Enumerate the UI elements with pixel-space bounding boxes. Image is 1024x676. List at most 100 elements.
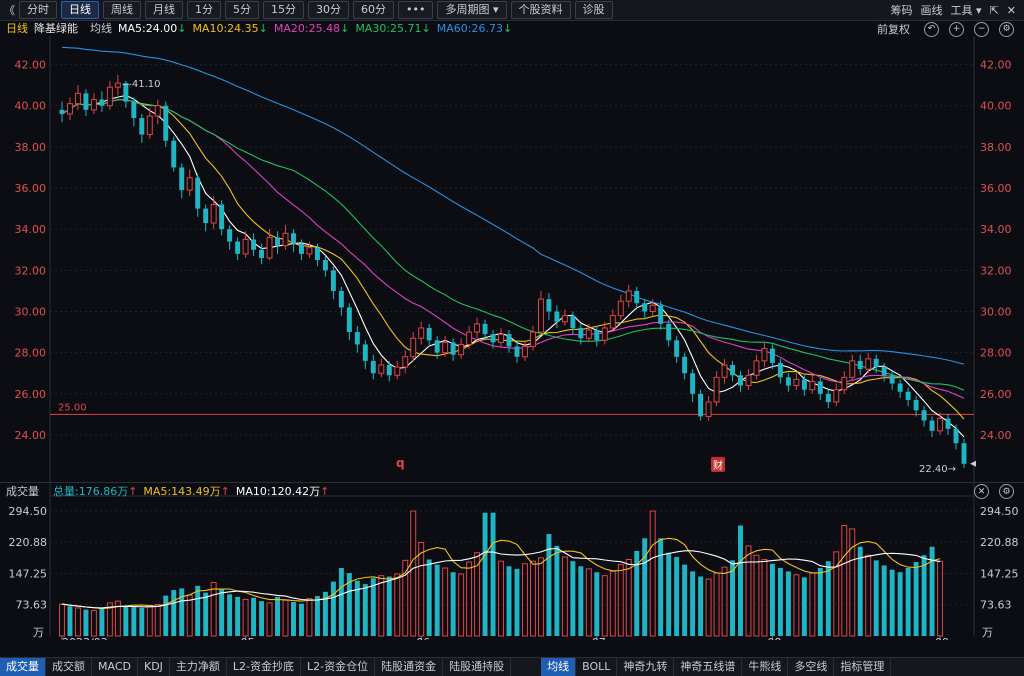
kline-chart[interactable]: 42.00 40.00 38.00 36.00 34.00 32.00 30.00 28.00… <box>0 0 1024 640</box>
indicator-tab-13[interactable]: 牛熊线 <box>742 658 789 676</box>
volume-bar <box>482 512 488 636</box>
indicator-tab-11[interactable]: 神奇九转 <box>617 658 675 676</box>
volume-bar <box>203 592 209 636</box>
volume-bar <box>146 604 153 637</box>
candle-body <box>594 330 600 341</box>
candle-body <box>66 103 73 115</box>
candle-body <box>785 377 791 386</box>
indicator-tab-12[interactable]: 神奇五线谱 <box>674 658 743 676</box>
candle-body <box>929 420 935 431</box>
volume-bar <box>139 607 145 636</box>
candle-body <box>889 375 895 384</box>
indicator-tab-5[interactable]: L2-资金抄底 <box>227 658 302 676</box>
candle-body <box>793 378 800 387</box>
close-pane-icon[interactable]: ✕ <box>974 484 989 499</box>
price-tick-label: 40.00 <box>15 100 47 113</box>
low-price-label: 22.40→ <box>919 464 956 475</box>
indicator-tab-10[interactable]: BOLL <box>576 658 618 676</box>
candle-body <box>937 418 944 432</box>
candle-body <box>690 373 696 394</box>
date-tick-label: 2023/03 <box>62 636 108 640</box>
volume-bar <box>690 571 696 636</box>
indicator-tab-7[interactable]: 陆股通资金 <box>375 658 444 676</box>
volume-bar <box>554 545 560 636</box>
volume-tick-label: 220.88 <box>980 536 1019 549</box>
candle-body <box>649 304 656 313</box>
volume-bar <box>601 575 608 637</box>
volume-axis-right: 294.50 220.88 147.25 73.63 万 <box>980 505 1019 639</box>
candle-body <box>642 303 648 312</box>
volume-bar <box>227 594 233 636</box>
price-tick-label: 26.00 <box>15 388 47 401</box>
candle-body <box>625 290 632 302</box>
volume-bar <box>291 602 296 636</box>
candle-body <box>761 348 768 362</box>
indicator-tabs: 成交量 成交额 MACD KDJ 主力净额 L2-资金抄底 L2-资金仓位 陆股通资金 陆股通持… <box>0 657 1024 676</box>
indicator-tab-8[interactable]: 陆股通持股 <box>443 658 512 676</box>
volume-bar <box>450 572 456 636</box>
candle-body <box>114 82 121 88</box>
volume-bar <box>682 564 688 636</box>
volume-bar <box>251 597 257 636</box>
indicator-tab-6[interactable]: L2-资金仓位 <box>301 658 376 676</box>
volume-bar <box>921 555 927 636</box>
volume-bar <box>658 538 664 636</box>
settings-icon[interactable]: ⚙ <box>999 484 1014 499</box>
candle-body <box>698 393 704 417</box>
candle-body <box>865 358 872 370</box>
volume-bar <box>745 545 752 637</box>
price-tick-label: 36.00 <box>15 182 47 195</box>
candle-body <box>179 167 185 191</box>
candle-body <box>738 375 743 386</box>
candle-body <box>682 356 688 374</box>
volume-bar <box>282 599 289 637</box>
earnings-marker[interactable]: 财 <box>711 457 725 472</box>
volume-bar <box>330 581 336 636</box>
volume-bar <box>897 572 903 636</box>
candle-body <box>609 315 616 329</box>
volume-grid <box>50 495 974 606</box>
candle-body <box>354 332 360 345</box>
q-marker[interactable]: q <box>396 456 405 470</box>
candle-body <box>378 364 385 374</box>
volume-bar <box>179 588 185 636</box>
volume-bar <box>123 606 129 636</box>
candle-body <box>817 381 823 394</box>
volume-bar <box>298 603 304 636</box>
volume-bar <box>195 585 201 636</box>
candlesticks <box>59 74 967 468</box>
indicator-tab-3[interactable]: KDJ <box>138 658 170 676</box>
indicator-tab-0[interactable]: 成交量 <box>0 658 46 676</box>
volume-bar <box>578 566 584 636</box>
candle-body <box>322 260 328 271</box>
price-tick-label: 34.00 <box>15 223 47 236</box>
volume-bar <box>721 566 728 637</box>
candle-body <box>99 99 105 106</box>
up-arrow-icon: ↑ <box>320 484 330 498</box>
volume-bar <box>434 564 440 636</box>
candle-body <box>554 311 560 322</box>
price-axis-left: 42.00 40.00 38.00 36.00 34.00 32.00 30.00 28.00… <box>15 59 47 442</box>
candle-body <box>490 334 496 343</box>
candle-body <box>521 345 528 358</box>
candle-body <box>514 346 520 357</box>
indicator-tab-14[interactable]: 多空线 <box>788 658 835 676</box>
candle-body <box>227 229 233 242</box>
candle-body <box>570 315 576 328</box>
ma5-line <box>61 94 965 438</box>
candle-body <box>275 237 280 246</box>
candle-body <box>913 399 919 411</box>
candle-body <box>291 233 296 244</box>
indicator-tab-1[interactable]: 成交额 <box>46 658 92 676</box>
support-hline-label: 25.00 <box>58 402 87 413</box>
indicator-tab-15[interactable]: 指标管理 <box>834 658 892 676</box>
volume-bar <box>59 603 65 637</box>
price-grid <box>49 36 975 636</box>
candle-body <box>418 327 425 339</box>
candle-body <box>833 389 840 403</box>
indicator-tab-4[interactable]: 主力净额 <box>170 658 227 676</box>
indicator-tab-9[interactable]: 均线 <box>541 658 577 676</box>
date-tick-label: 09 <box>935 636 949 640</box>
indicator-tab-2[interactable]: MACD <box>92 658 138 676</box>
candle-body <box>171 140 177 168</box>
